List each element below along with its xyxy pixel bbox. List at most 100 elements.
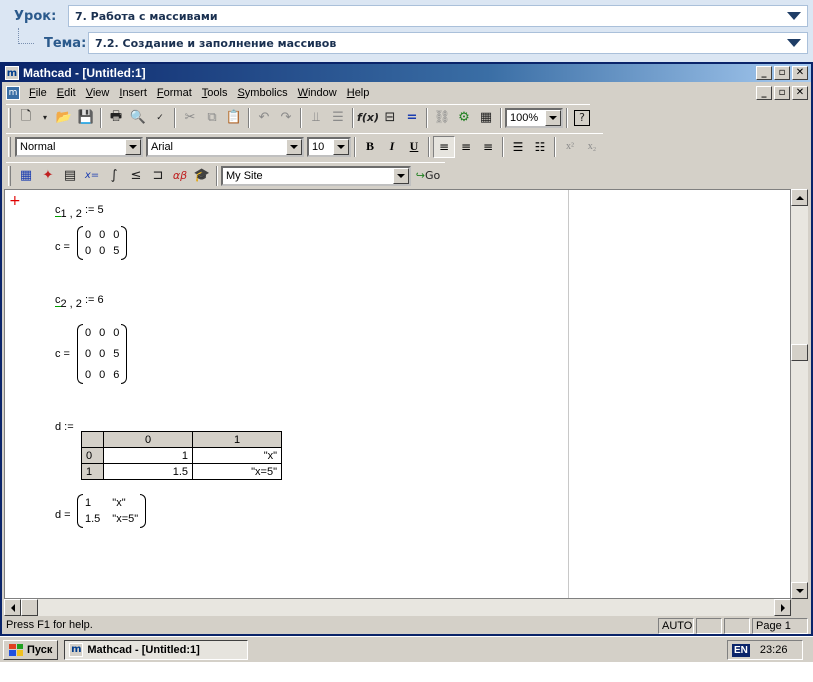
new-dropdown-icon[interactable]: ▾	[37, 107, 53, 129]
print-preview-icon[interactable]: 🔍	[127, 107, 149, 129]
calculus-toolbar-icon[interactable]: ∫	[103, 165, 125, 187]
greek-toolbar-icon[interactable]: αβ	[169, 165, 191, 187]
insert-hyperlink-icon[interactable]: ⛓	[431, 107, 453, 129]
scroll-left-button[interactable]	[4, 599, 21, 616]
region-assign-c12[interactable]: c1 , 2 := 5	[55, 204, 104, 220]
menu-edit[interactable]: Edit	[52, 87, 81, 99]
scroll-up-button[interactable]	[791, 189, 808, 206]
doc-minimize-button[interactable]: _	[756, 86, 772, 100]
save-icon[interactable]: 💾	[75, 107, 97, 129]
lesson-dropdown-icon[interactable]	[787, 12, 801, 20]
minimize-button[interactable]: _	[756, 66, 772, 80]
vertical-scrollbar[interactable]	[791, 189, 808, 599]
menu-insert[interactable]: Insert	[114, 87, 152, 99]
table-cell[interactable]: 1	[103, 447, 193, 464]
menu-window[interactable]: Window	[293, 87, 342, 99]
font-size-dropdown-icon[interactable]	[333, 138, 349, 155]
language-indicator[interactable]: EN	[732, 643, 750, 657]
zoom-dropdown-icon[interactable]	[545, 109, 561, 126]
align-across-icon[interactable]: ⫫	[305, 107, 327, 129]
table-cell[interactable]: "x=5"	[192, 463, 282, 480]
undo-icon[interactable]: ↶	[253, 107, 275, 129]
go-button[interactable]: ↪ Go	[411, 165, 445, 187]
bold-button[interactable]: B	[359, 136, 381, 158]
evaluation-toolbar-icon[interactable]: x=	[81, 165, 103, 187]
italic-button[interactable]: I	[381, 136, 403, 158]
menu-format[interactable]: Format	[152, 87, 197, 99]
style-select[interactable]: Normal	[15, 136, 143, 157]
title-bar[interactable]: m Mathcad - [Untitled:1] _ ▫ ✕	[2, 64, 811, 82]
style-dropdown-icon[interactable]	[125, 138, 141, 155]
site-select[interactable]: My Site	[221, 165, 411, 186]
component-wizard-icon[interactable]: ⚙	[453, 107, 475, 129]
insert-unit-icon[interactable]: ⊟	[379, 107, 401, 129]
new-icon[interactable]: 🗋	[15, 107, 37, 129]
horizontal-scroll-thumb[interactable]	[21, 599, 38, 616]
restore-button[interactable]: ▫	[774, 66, 790, 80]
align-left-icon[interactable]: ≡	[433, 135, 455, 158]
font-size-select[interactable]: 10	[307, 136, 351, 157]
font-dropdown-icon[interactable]	[286, 138, 302, 155]
lesson-label: Урок:	[14, 8, 57, 24]
spell-check-icon[interactable]: ✓	[149, 107, 171, 129]
region-assign-c22[interactable]: c2 , 2 := 6	[55, 294, 104, 310]
menu-symbolics[interactable]: Symbolics	[232, 87, 292, 99]
menu-file[interactable]: File	[24, 87, 52, 99]
document-icon[interactable]: m	[6, 86, 20, 100]
subscript-icon[interactable]: x₂	[581, 136, 603, 158]
print-icon[interactable]: 🖶	[105, 107, 127, 129]
table-cell[interactable]: 1.5	[103, 463, 193, 480]
mathcad-app-icon[interactable]: m	[5, 66, 19, 80]
toolbar-grip[interactable]	[8, 107, 11, 128]
calculator-toolbar-icon[interactable]: ▦	[15, 165, 37, 187]
topic-select[interactable]: 7.2. Создание и заполнение массивов	[88, 32, 808, 54]
graph-toolbar-icon[interactable]: ✦	[37, 165, 59, 187]
align-right-icon[interactable]: ≡	[477, 136, 499, 158]
superscript-icon[interactable]: x²	[559, 136, 581, 158]
scroll-right-button[interactable]	[774, 599, 791, 616]
doc-restore-button[interactable]: ▫	[774, 86, 790, 100]
site-dropdown-icon[interactable]	[393, 167, 409, 184]
font-select[interactable]: Arial	[146, 136, 304, 157]
programming-toolbar-icon[interactable]: ⊐	[147, 165, 169, 187]
cut-icon[interactable]: ✂	[179, 107, 201, 129]
doc-close-button[interactable]: ✕	[792, 86, 808, 100]
menu-view[interactable]: View	[81, 87, 115, 99]
matrix-toolbar-icon[interactable]: ▤	[59, 165, 81, 187]
open-icon[interactable]: 📂	[53, 107, 75, 129]
horizontal-scrollbar[interactable]	[4, 599, 791, 616]
toolbar-grip[interactable]	[8, 136, 11, 157]
toolbar-grip[interactable]	[8, 165, 11, 186]
close-button[interactable]: ✕	[792, 66, 808, 80]
scroll-down-button[interactable]	[791, 582, 808, 599]
numbering-icon[interactable]: ☷	[529, 136, 551, 158]
symbolic-toolbar-icon[interactable]: 🎓	[191, 165, 213, 187]
resource-center-icon[interactable]: ▦	[475, 107, 497, 129]
underline-button[interactable]: U	[403, 136, 425, 158]
lesson-select[interactable]: 7. Работа с массивами	[68, 5, 808, 27]
input-table-d[interactable]: 0 1 0 1 "x" 1 1.5 "x=5"	[81, 431, 282, 480]
start-button[interactable]: Пуск	[3, 639, 59, 660]
table-cell[interactable]: "x"	[192, 447, 282, 464]
vertical-scroll-thumb[interactable]	[791, 344, 808, 361]
eval2-lhs: c =	[55, 348, 70, 360]
help-icon[interactable]: ?	[574, 109, 590, 126]
calculate-icon[interactable]: =	[401, 107, 423, 129]
align-down-icon[interactable]: ☰	[327, 107, 349, 129]
zoom-select[interactable]: 100%	[505, 107, 563, 128]
taskbar-mathcad-button[interactable]: m Mathcad - [Untitled:1]	[64, 639, 249, 660]
boolean-toolbar-icon[interactable]: ≤	[125, 165, 147, 187]
paste-icon[interactable]: 📋	[223, 107, 245, 129]
copy-icon[interactable]: ⧉	[201, 107, 223, 129]
align-center-icon[interactable]: ≡	[455, 136, 477, 158]
worksheet[interactable]: + c1 , 2 := 5 c = 0 0 0 0 0 5 c2 , 2 := …	[4, 189, 791, 599]
menu-tools[interactable]: Tools	[197, 87, 233, 99]
matrix-c-3x3[interactable]: 0 0 0 0 0 5 0 0 6	[77, 324, 128, 384]
redo-icon[interactable]: ↷	[275, 107, 297, 129]
matrix-d[interactable]: 1 "x" 1.5 "x=5"	[77, 494, 147, 528]
bullets-icon[interactable]: ☰	[507, 136, 529, 158]
menu-help[interactable]: Help	[342, 87, 375, 99]
topic-dropdown-icon[interactable]	[787, 39, 801, 47]
matrix-c-2x3[interactable]: 0 0 0 0 0 5	[77, 226, 128, 260]
insert-function-icon[interactable]: f(x)	[357, 107, 379, 129]
